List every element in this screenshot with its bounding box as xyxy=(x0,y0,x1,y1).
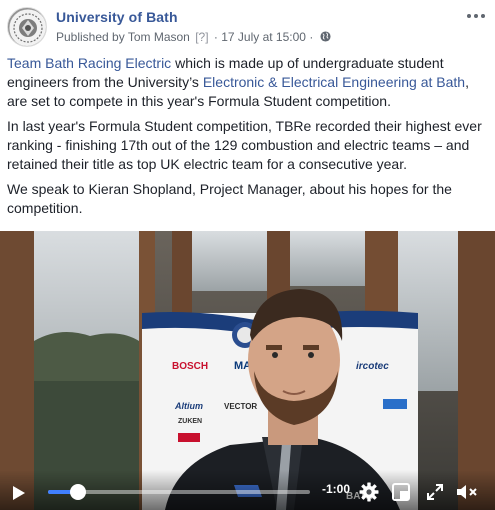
post-body: Team Bath Racing Electric which is made … xyxy=(7,54,489,224)
paragraph-3: We speak to Kieran Shopland, Project Man… xyxy=(7,181,452,216)
video-frame: BOSCH MAHLE ircotec Altium VECTOR ZUKEN … xyxy=(0,231,495,510)
volume-muted-icon[interactable] xyxy=(456,483,478,501)
eee-bath-link[interactable]: Electronic & Electrical Engineering at B… xyxy=(203,74,465,90)
globe-icon[interactable] xyxy=(320,31,331,42)
banner-logo-vector: VECTOR xyxy=(224,402,257,411)
gear-icon[interactable] xyxy=(359,482,379,502)
banner-logo-bosch: BOSCH xyxy=(172,361,208,372)
post-meta: Published by Tom Mason [?] · 17 July at … xyxy=(56,30,331,44)
paragraph-2: In last year's Formula Student competiti… xyxy=(7,118,482,172)
help-marker[interactable]: [?] xyxy=(195,30,208,44)
play-icon[interactable] xyxy=(12,485,26,501)
post-timestamp[interactable]: 17 July at 15:00 xyxy=(221,30,306,44)
facebook-post: University of Bath Published by Tom Maso… xyxy=(0,0,495,510)
post-header: University of Bath Published by Tom Maso… xyxy=(0,0,495,50)
banner-logo-ircotec: ircotec xyxy=(356,361,389,372)
university-crest-icon xyxy=(8,8,46,46)
fullscreen-icon[interactable] xyxy=(427,484,443,500)
paragraph-1: Team Bath Racing Electric which is made … xyxy=(7,54,489,111)
meta-separator: · xyxy=(309,30,314,44)
video-player[interactable]: BOSCH MAHLE ircotec Altium VECTOR ZUKEN … xyxy=(0,231,495,510)
published-by: Published by Tom Mason xyxy=(56,30,190,44)
time-remaining: -1:00 xyxy=(322,482,351,496)
page-avatar[interactable] xyxy=(7,7,47,47)
banner-logo-zuken: ZUKEN xyxy=(178,418,202,425)
page-name-link[interactable]: University of Bath xyxy=(56,9,178,25)
team-bath-racing-link[interactable]: Team Bath Racing Electric xyxy=(7,55,171,71)
meta-separator: · xyxy=(213,30,218,44)
seek-bar-handle[interactable] xyxy=(70,484,87,500)
more-horizontal-icon[interactable] xyxy=(465,6,487,26)
video-controls: -1:00 xyxy=(0,470,495,510)
seek-bar[interactable] xyxy=(48,484,310,500)
banner-logo-altium: Altium xyxy=(174,401,203,411)
picture-in-picture-icon[interactable] xyxy=(392,483,410,501)
